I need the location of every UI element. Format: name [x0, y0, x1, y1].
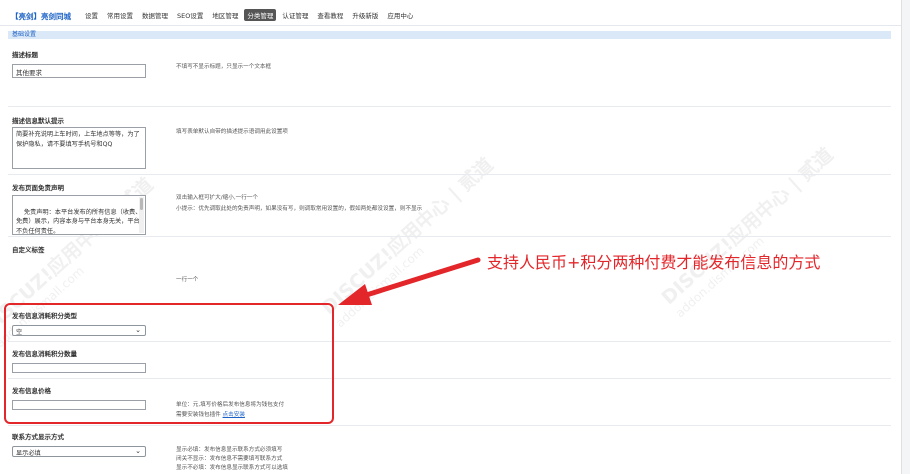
- annotation-text: 支持人民币+积分两种付费才能发布信息的方式: [487, 253, 821, 272]
- annotation-arrow-icon: [338, 257, 481, 305]
